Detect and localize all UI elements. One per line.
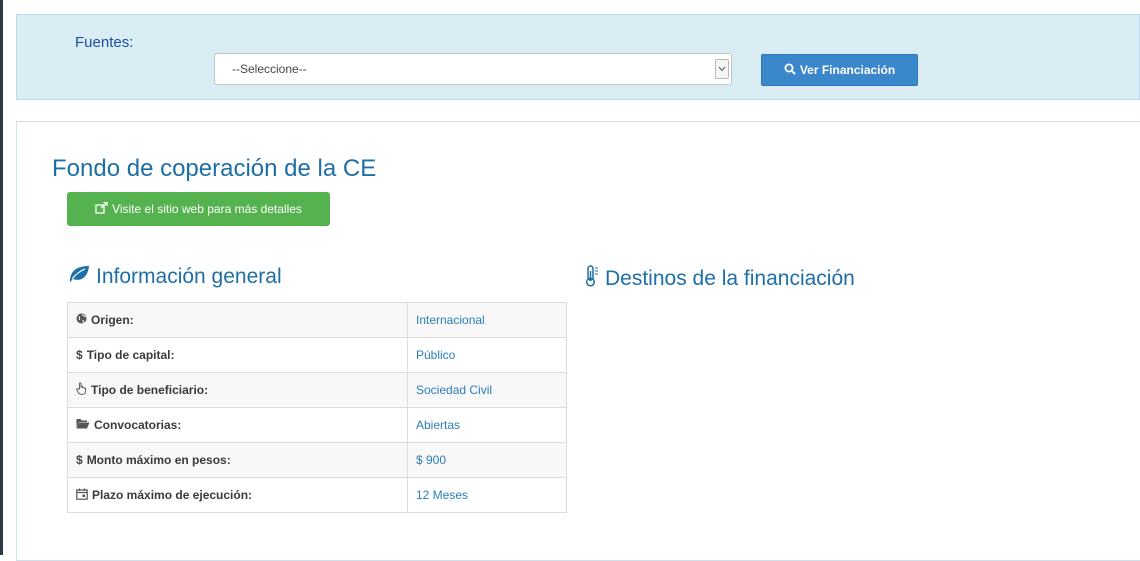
fuentes-select[interactable]: --Seleccione--	[214, 53, 732, 85]
fund-title: Fondo de coperación de la CE	[52, 155, 377, 182]
destinations-heading: Destinos de la financiación	[585, 265, 855, 293]
folder-open-icon	[76, 418, 90, 432]
filter-panel: Fuentes: --Seleccione-- Ver Financiación	[16, 14, 1140, 100]
row-label-convocatorias: Convocatorias:	[94, 418, 182, 432]
row-value-plazo-maximo: 12 Meses	[407, 477, 567, 513]
globe-icon	[76, 313, 87, 327]
table-row: $ Monto máximo en pesos: $ 900	[67, 442, 567, 478]
row-value-convocatorias: Abiertas	[407, 407, 567, 443]
thermometer-icon	[585, 265, 599, 293]
row-label-monto-maximo: Monto máximo en pesos:	[86, 453, 231, 467]
ver-financiacion-button[interactable]: Ver Financiación	[761, 54, 918, 86]
leaf-icon	[68, 265, 90, 289]
info-general-table: Origen: Internacional $ Tipo de capital:…	[67, 302, 567, 513]
row-value-tipo-beneficiario: Sociedad Civil	[407, 372, 567, 408]
row-value-tipo-capital: Público	[407, 337, 567, 373]
calendar-icon	[76, 488, 88, 503]
dollar-icon: $	[76, 453, 83, 467]
dollar-icon: $	[76, 348, 83, 362]
table-row: Tipo de beneficiario: Sociedad Civil	[67, 372, 567, 408]
chevron-down-icon[interactable]	[715, 59, 729, 79]
table-row: Convocatorias: Abiertas	[67, 407, 567, 443]
row-label-tipo-capital: Tipo de capital:	[86, 348, 175, 362]
table-row: Plazo máximo de ejecución: 12 Meses	[67, 477, 567, 513]
visit-website-button[interactable]: Visite el sitio web para más detalles	[67, 192, 330, 226]
fuentes-select-value: --Seleccione--	[232, 62, 307, 76]
info-general-title: Información general	[96, 265, 282, 288]
visit-website-label: Visite el sitio web para más detalles	[112, 202, 302, 216]
external-link-icon	[95, 201, 108, 217]
hand-pointer-icon	[76, 382, 87, 398]
row-label-origen: Origen:	[91, 313, 134, 327]
row-label-tipo-beneficiario: Tipo de beneficiario:	[91, 383, 209, 397]
info-general-heading: Información general	[68, 265, 282, 289]
search-icon	[784, 63, 796, 78]
table-row: $ Tipo de capital: Público	[67, 337, 567, 373]
fuentes-label: Fuentes:	[75, 34, 134, 51]
row-label-plazo-maximo: Plazo máximo de ejecución:	[92, 488, 253, 502]
fund-detail-panel: Fondo de coperación de la CE Visite el s…	[16, 121, 1140, 561]
ver-financiacion-label: Ver Financiación	[799, 63, 896, 77]
row-value-origen: Internacional	[407, 302, 567, 338]
window-left-border	[0, 0, 3, 555]
table-row: Origen: Internacional	[67, 302, 567, 338]
row-value-monto-maximo: $ 900	[407, 442, 567, 478]
destinations-title: Destinos de la financiación	[605, 267, 855, 290]
